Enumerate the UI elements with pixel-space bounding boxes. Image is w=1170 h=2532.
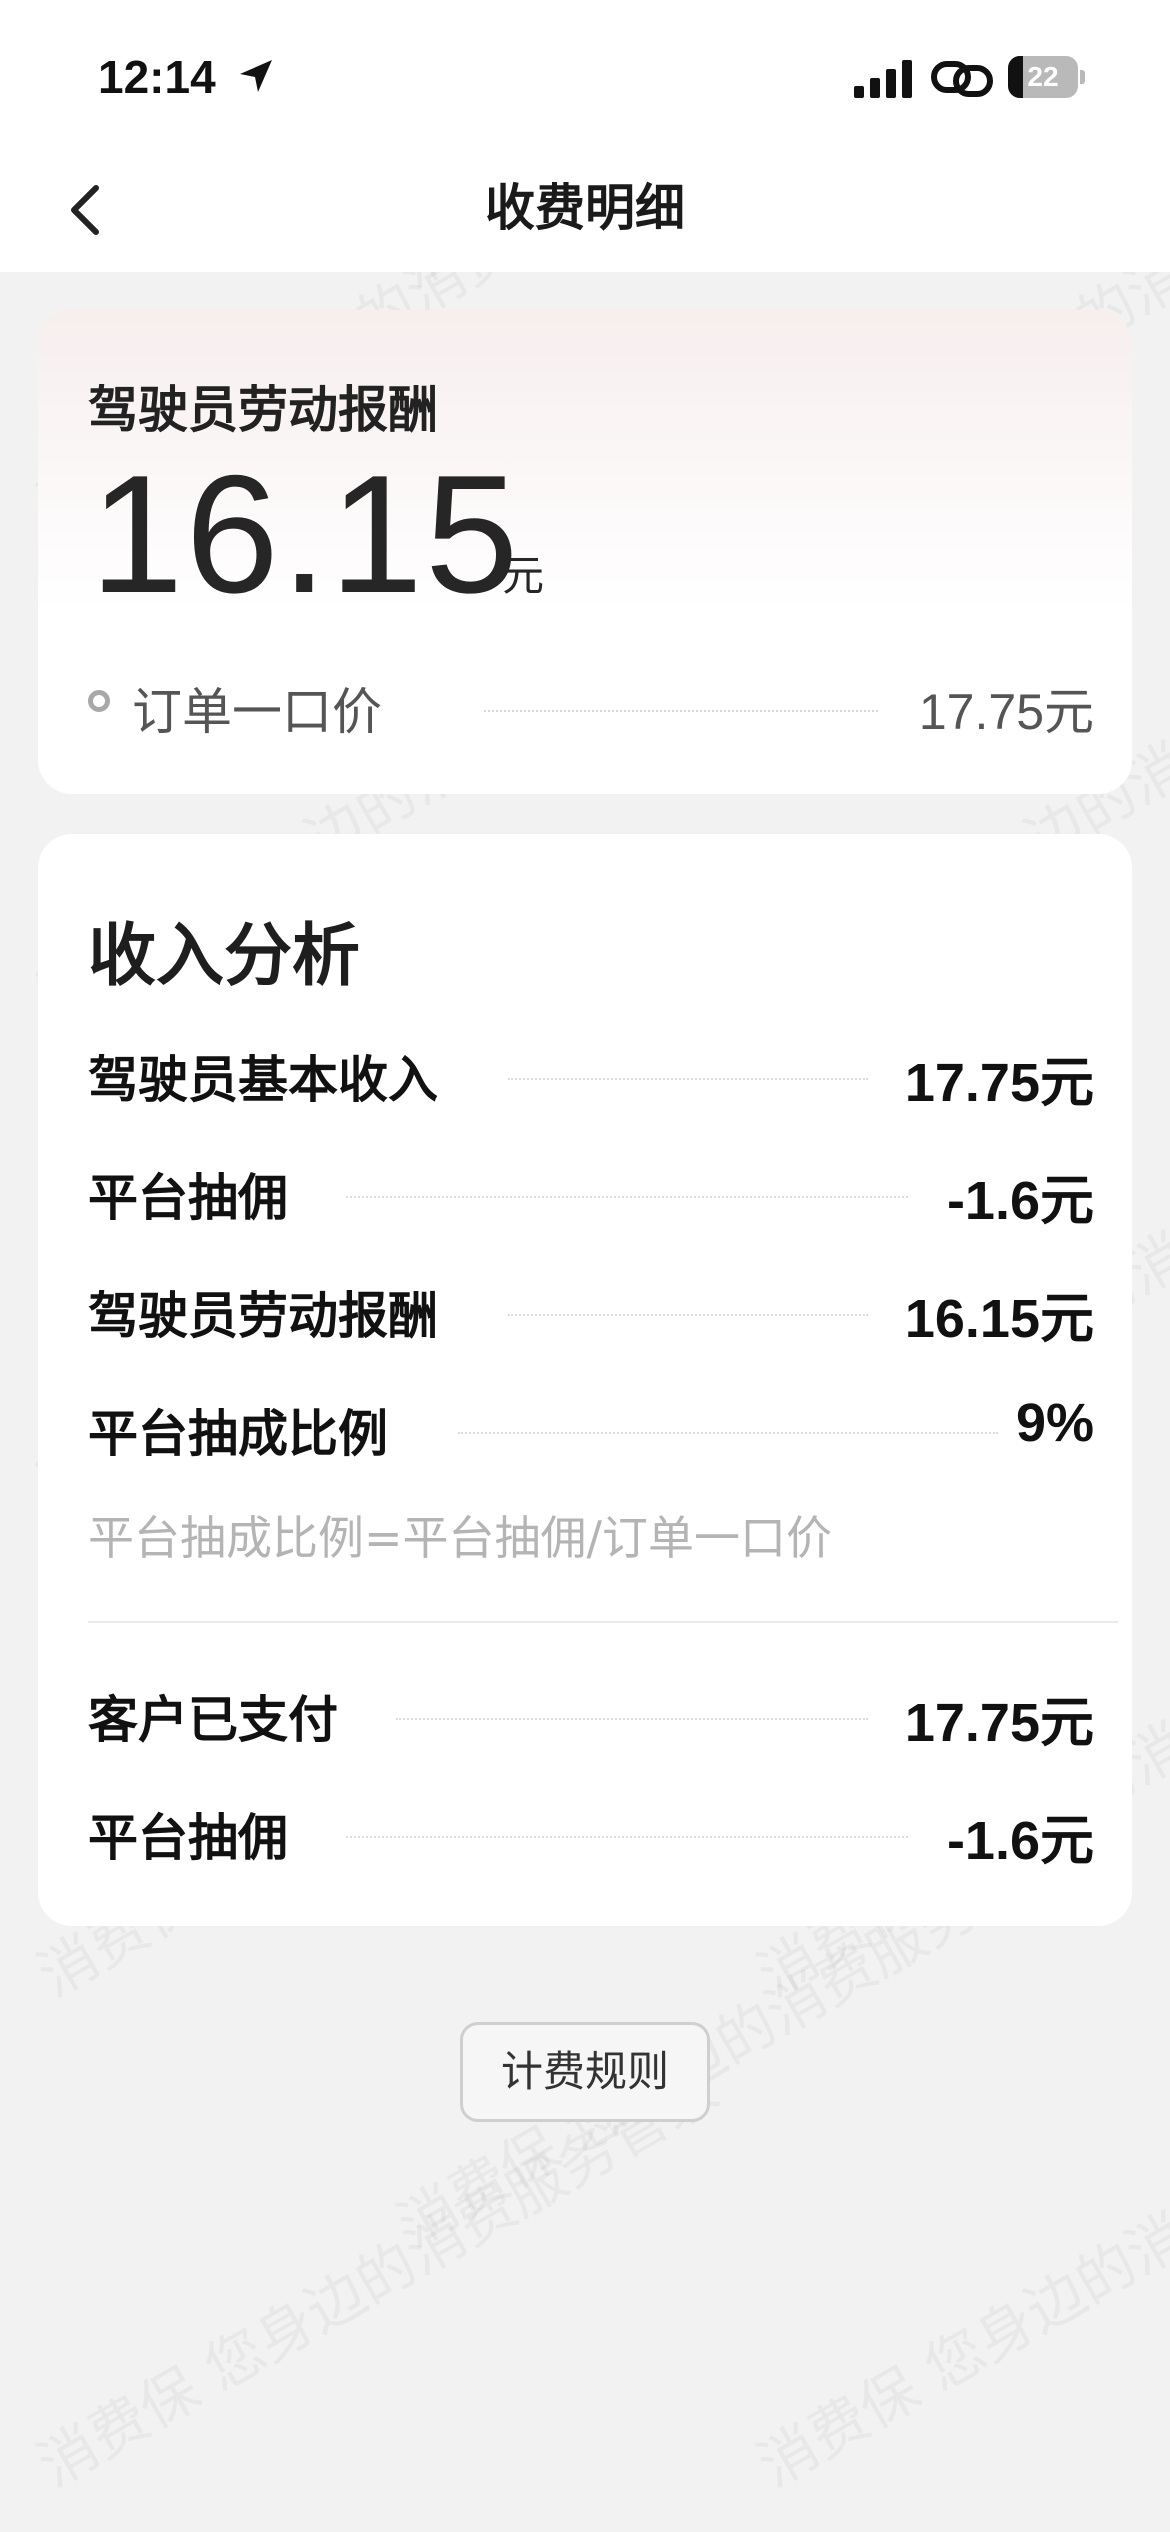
dotted-leader <box>346 1836 908 1838</box>
ring-bullet-icon <box>88 690 110 712</box>
analysis-title: 收入分析 <box>88 917 361 996</box>
cellular-signal-icon <box>854 60 912 98</box>
dotted-leader <box>508 1078 868 1080</box>
chevron-left-icon[interactable] <box>50 170 130 250</box>
location-arrow-icon <box>240 60 272 92</box>
status-bar: 12:14 22 <box>0 0 1170 150</box>
analysis-row-labor-pay: 驾驶员劳动报酬 16.15元 <box>88 1270 1118 1349</box>
summary-amount: 16.15 <box>90 440 521 628</box>
row-value: 16.15元 <box>904 1289 1094 1349</box>
watermark-text: 消费保 您身边的消费服务管家 <box>746 2055 1170 2501</box>
row-label: 平台抽佣 <box>88 1809 288 1867</box>
order-price-row: 订单一口价 17.75元 <box>88 666 1118 741</box>
formula-note: 平台抽成比例=平台抽佣/订单一口价 <box>88 1511 833 1565</box>
dotted-leader <box>396 1718 868 1720</box>
analysis-row-commission: 平台抽佣 -1.6元 <box>88 1152 1118 1231</box>
divider <box>88 1621 1118 1623</box>
earnings-summary-card: 驾驶员劳动报酬 16.15 元 订单一口价 17.75元 <box>38 310 1132 794</box>
payment-row-customer-paid: 客户已支付 17.75元 <box>88 1674 1118 1753</box>
row-label: 客户已支付 <box>88 1691 338 1749</box>
dotted-leader <box>346 1196 908 1198</box>
summary-unit: 元 <box>502 551 545 600</box>
battery-icon: 22 <box>1008 56 1086 98</box>
analysis-row-basic-income: 驾驶员基本收入 17.75元 <box>88 1034 1118 1113</box>
row-value: 17.75元 <box>904 1693 1094 1753</box>
order-price-value: 17.75元 <box>918 684 1094 740</box>
row-label: 平台抽佣 <box>88 1169 288 1227</box>
row-value: -1.6元 <box>946 1811 1094 1871</box>
row-value: 9% <box>1015 1393 1094 1453</box>
row-label: 驾驶员劳动报酬 <box>88 1287 438 1345</box>
payment-row-commission: 平台抽佣 -1.6元 <box>88 1792 1118 1871</box>
nav-bar: 收费明细 <box>0 150 1170 272</box>
row-value: 17.75元 <box>904 1053 1094 1113</box>
row-value: -1.6元 <box>946 1171 1094 1231</box>
dotted-leader <box>508 1314 868 1316</box>
analysis-row-commission-ratio: 平台抽成比例 9% <box>88 1388 1118 1463</box>
battery-level: 22 <box>1027 61 1059 92</box>
summary-label: 驾驶员劳动报酬 <box>88 381 438 439</box>
order-price-label: 订单一口价 <box>132 683 382 741</box>
income-analysis-card: 收入分析 驾驶员基本收入 17.75元 平台抽佣 -1.6元 驾驶员劳动报酬 1… <box>38 834 1132 1926</box>
status-time: 12:14 <box>98 51 216 103</box>
dotted-leader <box>458 1432 998 1434</box>
page-title: 收费明细 <box>485 179 685 237</box>
row-label: 平台抽成比例 <box>88 1405 388 1463</box>
link-icon <box>931 61 993 97</box>
billing-rules-button[interactable]: 计费规则 <box>460 2022 710 2122</box>
row-label: 驾驶员基本收入 <box>88 1051 438 1109</box>
dotted-leader <box>484 710 878 712</box>
